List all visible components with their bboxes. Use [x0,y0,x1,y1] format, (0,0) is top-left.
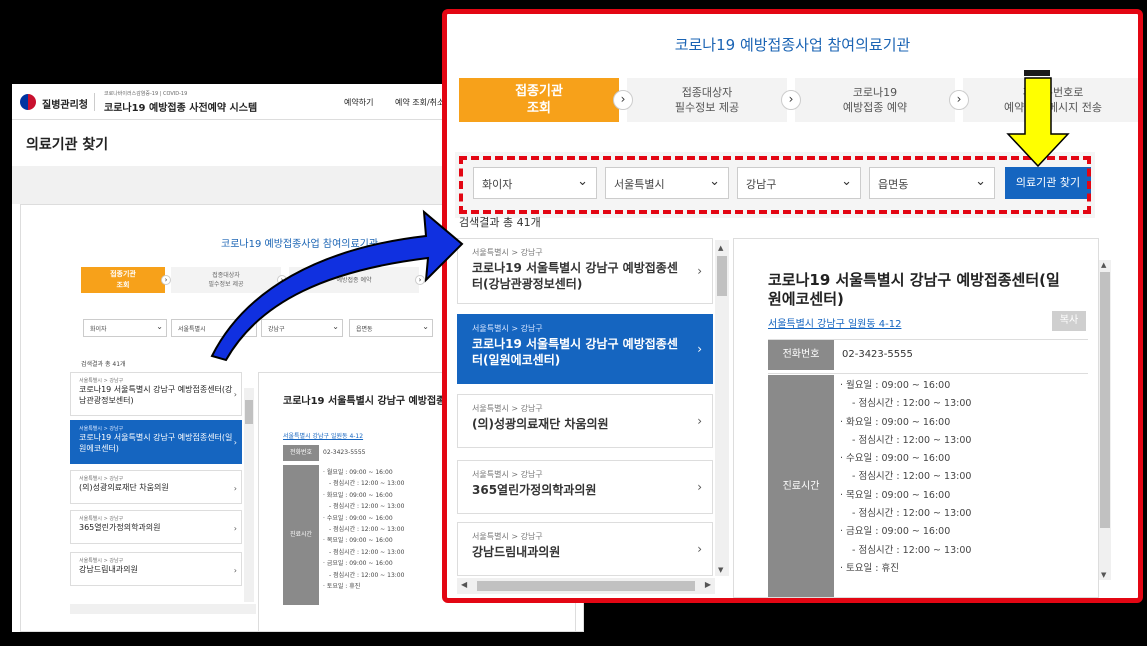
chevron-right-icon: › [949,90,969,110]
chevron-right-icon: › [781,90,801,110]
chevron-right-icon: › [613,90,633,110]
blue-curved-arrow-icon [212,212,462,360]
annotation-overlay [0,0,1147,646]
yellow-down-arrow-icon [1008,70,1068,166]
